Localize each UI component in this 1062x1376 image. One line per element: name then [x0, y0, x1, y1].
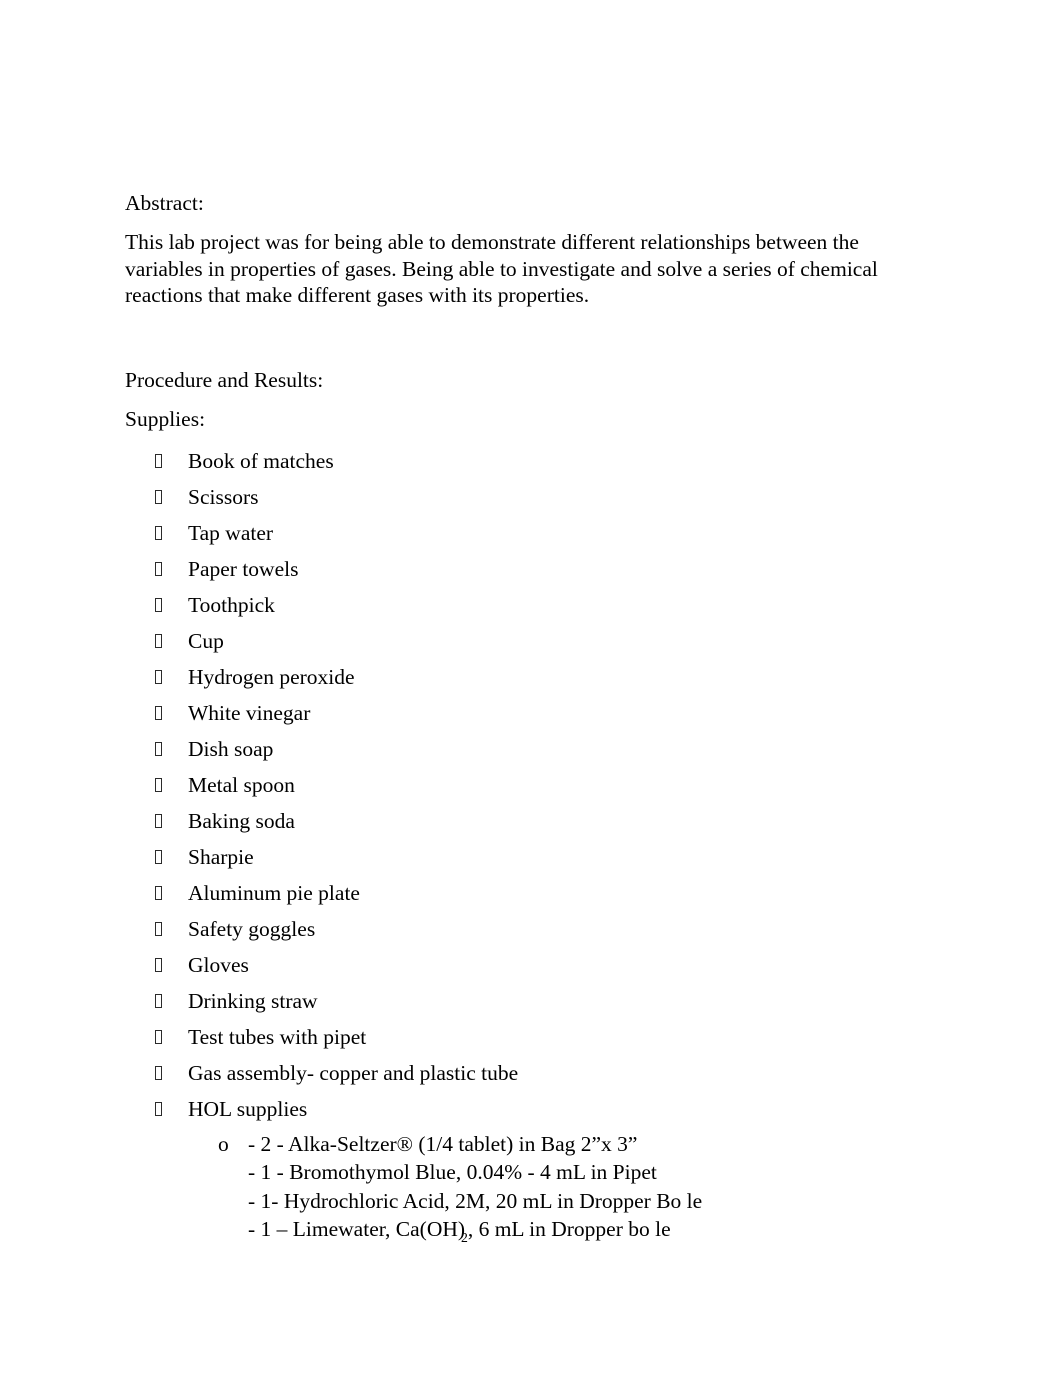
tofu-bullet-icon: [155, 813, 162, 828]
procedure-and-results-heading: Procedure and Results:: [125, 367, 324, 392]
supply-item-label: Sharpie: [188, 844, 254, 869]
reagent-line-group: - 2 - Alka-Seltzer® (1/4 tablet) in Bag …: [248, 1130, 917, 1253]
tofu-bullet-icon: [155, 921, 162, 936]
supply-item-label: Scissors: [188, 484, 259, 509]
reagent-line: - 1- Hydrochloric Acid, 2M, 20 mL in Dro…: [248, 1188, 703, 1213]
abstract-heading: Abstract:: [125, 191, 204, 215]
supply-item-label: Baking soda: [188, 808, 295, 833]
limewater-prefix: - 1 – Limewater, Ca(OH): [248, 1217, 466, 1241]
supply-item-label: Cup: [188, 628, 224, 653]
supply-list-item: Gas assembly- copper and plastic tube: [125, 1055, 917, 1091]
supply-list-item: Aluminum pie plate: [125, 875, 917, 911]
supply-item-label: Toothpick: [188, 592, 275, 617]
supplies-list: Book of matches Scissors Tap water Paper to…: [125, 443, 917, 1127]
supply-item-label: Hydrogen peroxide: [188, 664, 355, 689]
abstract-body-paragraph: This lab project was for being able to d…: [125, 230, 878, 307]
limewater-subscript: 2: [460, 1229, 468, 1245]
tofu-bullet-icon: [155, 489, 162, 504]
supply-item-label: HOL supplies: [188, 1096, 308, 1121]
reagent-line: - 2 - Alka-Seltzer® (1/4 tablet) in Bag …: [248, 1131, 638, 1156]
tofu-bullet-icon: [155, 561, 162, 576]
supply-list-item: HOL supplies: [125, 1091, 917, 1127]
tofu-bullet-icon: [155, 453, 162, 468]
document-content: Abstract: This lab project was for being…: [125, 190, 917, 1252]
tofu-bullet-icon: [155, 1101, 162, 1116]
sub-bullet-o-icon: o: [218, 1131, 229, 1156]
supply-item-label: Aluminum pie plate: [188, 880, 360, 905]
supply-item-label: Dish soap: [188, 736, 274, 761]
supply-item-label: White vinegar: [188, 700, 311, 725]
tofu-bullet-icon: [155, 597, 162, 612]
supply-list-item: Cup: [125, 623, 917, 659]
supply-list-item: White vinegar: [125, 695, 917, 731]
supply-list-item: Safety goggles: [125, 911, 917, 947]
supply-list-item: Metal spoon: [125, 767, 917, 803]
supply-item-label: Gloves: [188, 952, 249, 977]
supply-item-label: Safety goggles: [188, 916, 316, 941]
supply-list-item: Toothpick: [125, 587, 917, 623]
supply-list-item: Book of matches: [125, 443, 917, 479]
tofu-bullet-icon: [155, 849, 162, 864]
supply-item-label: Drinking straw: [188, 988, 318, 1013]
limewater-suffix: , 6 mL in Dropper bo le: [467, 1217, 671, 1241]
tofu-bullet-icon: [155, 633, 162, 648]
tofu-bullet-icon: [155, 1029, 162, 1044]
supply-list-item: Sharpie: [125, 839, 917, 875]
tofu-bullet-icon: [155, 741, 162, 756]
tofu-bullet-icon: [155, 1065, 162, 1080]
supply-item-label: Paper towels: [188, 556, 299, 581]
tofu-bullet-icon: [155, 525, 162, 540]
supply-item-label: Gas assembly- copper and plastic tube: [188, 1060, 519, 1085]
tofu-bullet-icon: [155, 957, 162, 972]
supply-list-item: Tap water: [125, 515, 917, 551]
supply-list-item: Hydrogen peroxide: [125, 659, 917, 695]
supplies-heading: Supplies:: [125, 406, 206, 431]
supply-list-item: Gloves: [125, 947, 917, 983]
supply-item-label: Book of matches: [188, 448, 334, 473]
tofu-bullet-icon: [155, 885, 162, 900]
tofu-bullet-icon: [155, 777, 162, 792]
document-page: Abstract: This lab project was for being…: [0, 0, 1062, 1376]
supply-list-item: Drinking straw: [125, 983, 917, 1019]
hol-supplies-sublist: o - 2 - Alka-Seltzer® (1/4 tablet) in Ba…: [125, 1130, 917, 1253]
supply-item-label: Tap water: [188, 520, 274, 545]
supply-list-item: Paper towels: [125, 551, 917, 587]
supply-list-item: Scissors: [125, 479, 917, 515]
reagent-line: - 1 - Bromothymol Blue, 0.04% - 4 mL in …: [248, 1160, 657, 1184]
tofu-bullet-icon: [155, 669, 162, 684]
tofu-bullet-icon: [155, 993, 162, 1008]
tofu-bullet-icon: [155, 705, 162, 720]
supply-item-label: Test tubes with pipet: [188, 1024, 367, 1049]
supply-list-item: Dish soap: [125, 731, 917, 767]
reagent-line-limewater: - 1 – Limewater, Ca(OH)2, 6 mL in Droppe…: [248, 1215, 917, 1252]
supply-item-label: Metal spoon: [188, 772, 295, 797]
supply-list-item: Test tubes with pipet: [125, 1019, 917, 1055]
supply-list-item: Baking soda: [125, 803, 917, 839]
